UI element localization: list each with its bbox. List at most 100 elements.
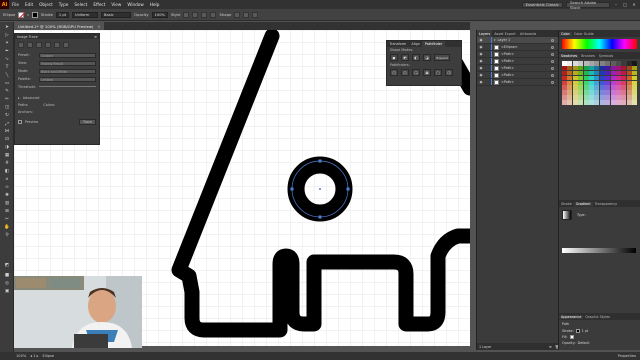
graph-tool-icon[interactable]: ▥ [1,200,13,207]
swatch-chip[interactable] [588,70,594,76]
swatch-chip[interactable] [562,75,567,81]
merge-icon[interactable]: ◲ [412,69,420,76]
maximize-icon[interactable]: □ [622,2,628,8]
swatch-chip[interactable] [572,80,578,86]
swatch-chip[interactable] [567,95,573,100]
stroke-swatch-small[interactable] [575,329,580,333]
eraser-tool-icon[interactable]: ◫ [1,104,13,111]
curvature-tool-icon[interactable]: ∿ [1,56,13,63]
swatch-chip[interactable] [610,100,616,105]
layer-name[interactable]: Layer 1 [498,38,511,42]
intersect-icon[interactable]: ◧ [412,54,420,61]
mesh-tool-icon[interactable]: # [1,160,13,167]
swatch-chip[interactable] [626,70,632,76]
swatch-chip[interactable] [626,61,632,66]
swatch-chip[interactable] [621,61,627,66]
swatch-chip[interactable] [594,95,600,100]
chevron-down-icon[interactable]: ▾ [494,38,496,42]
rotate-tool-icon[interactable]: ↻ [1,112,13,119]
swatch-chip[interactable] [594,75,600,81]
gradient-tool-icon[interactable]: ◧ [1,168,13,175]
pencil-tool-icon[interactable]: ✏ [1,96,13,103]
stroke-weight-select[interactable]: 1 pt [55,11,70,18]
swatch-chip[interactable] [632,100,638,105]
swatch-chip[interactable] [610,90,616,95]
outline-icon[interactable]: ▢ [434,69,442,76]
new-layer-icon[interactable]: ⊕ [549,345,552,349]
tab-layers[interactable]: Layers [477,30,493,37]
target-circle-icon[interactable] [551,45,554,49]
swatch-chip[interactable] [583,85,589,90]
menu-select[interactable]: Select [71,2,90,7]
free-transform-tool-icon[interactable]: ⊡ [1,136,13,143]
menu-object[interactable]: Object [36,2,56,7]
target-circle-icon[interactable] [551,80,554,84]
preview-checkbox[interactable] [18,119,22,124]
menu-window[interactable]: Window [124,2,147,7]
visibility-eye-icon[interactable]: ◉ [479,59,483,63]
item-name[interactable]: <Path> [501,80,514,84]
swatch-chip[interactable] [599,61,605,66]
scale-tool-icon[interactable]: ⤢ [1,120,13,127]
swatch-chip[interactable] [562,65,567,71]
preset-select[interactable]: Custom [39,52,96,58]
target-circle-icon[interactable] [551,52,554,56]
eyedropper-tool-icon[interactable]: ⌀ [1,176,13,183]
swatch-chip[interactable] [594,80,600,86]
align-icon[interactable] [201,11,208,18]
tab-asset-export[interactable]: Asset Export [492,30,517,37]
swatch-chip[interactable] [615,90,621,95]
swatch-chip[interactable] [567,75,573,81]
swatch-chip[interactable] [605,75,611,81]
swatch-chip[interactable] [626,65,632,71]
outline-icon[interactable] [63,42,69,48]
document-tab[interactable]: Untitled-1* @ 100% (RGB/GPU Preview) ✕ [14,22,104,30]
slice-tool-icon[interactable]: ✂ [1,216,13,223]
swatch-chip[interactable] [599,90,605,95]
visibility-eye-icon[interactable]: ◉ [479,38,483,42]
swatch-chip[interactable] [562,80,567,86]
swatch-chip[interactable] [583,95,589,100]
tab-graphic-styles[interactable]: Graphic Styles [583,315,612,319]
swatch-chip[interactable] [610,61,616,66]
selection-tool-icon[interactable]: ➤ [1,24,13,31]
swatch-chip[interactable] [605,90,611,95]
minimize-icon[interactable]: – [613,2,619,8]
visibility-eye-icon[interactable]: ◉ [479,80,483,84]
draw-mode-icon[interactable]: ◎ [1,280,13,287]
gradient-slider[interactable] [562,248,636,253]
appearance-stroke-row[interactable]: Stroke: 1 pt [562,329,588,333]
swatch-chip[interactable] [599,100,605,105]
zoom-level[interactable]: 100% [16,354,26,358]
color-mode-icon[interactable]: ■ [1,272,13,279]
shape-builder-tool-icon[interactable]: ◑ [1,144,13,151]
layer-item-row[interactable]: ◉ <Path> [477,65,558,72]
variable-width-profile[interactable]: Uniform [72,11,99,18]
swatch-chip[interactable] [615,95,621,100]
swatch-chip[interactable] [615,100,621,105]
swatch-chip[interactable] [610,75,616,81]
swatch-chip[interactable] [632,75,638,81]
layer-item-row[interactable]: ◉ <Path> [477,51,558,58]
swatch-chip[interactable] [562,95,567,100]
swatch-chip[interactable] [572,70,578,76]
width-tool-icon[interactable]: ⋈ [1,128,13,135]
item-name[interactable]: <Path> [501,52,514,56]
swatch-chip[interactable] [615,75,621,81]
grayscale-icon[interactable] [45,42,51,48]
close-tab-icon[interactable]: ✕ [97,24,100,29]
zoom-tool-icon[interactable]: ⚲ [1,232,13,239]
swatch-chip[interactable] [594,100,600,105]
swatch-chip[interactable] [567,90,573,95]
workspace-switcher[interactable]: Essentials Classic [521,1,563,8]
swatch-chip[interactable] [562,70,567,76]
threshold-slider[interactable] [39,86,96,87]
swatch-chip[interactable] [572,90,578,95]
close-icon[interactable]: ✕ [631,2,637,8]
swatch-chip[interactable] [594,85,600,90]
swatch-chip[interactable] [583,80,589,86]
swatch-chip[interactable] [583,90,589,95]
swatch-chip[interactable] [583,65,589,71]
swatch-chip[interactable] [562,100,567,105]
swatch-chip[interactable] [632,95,638,100]
